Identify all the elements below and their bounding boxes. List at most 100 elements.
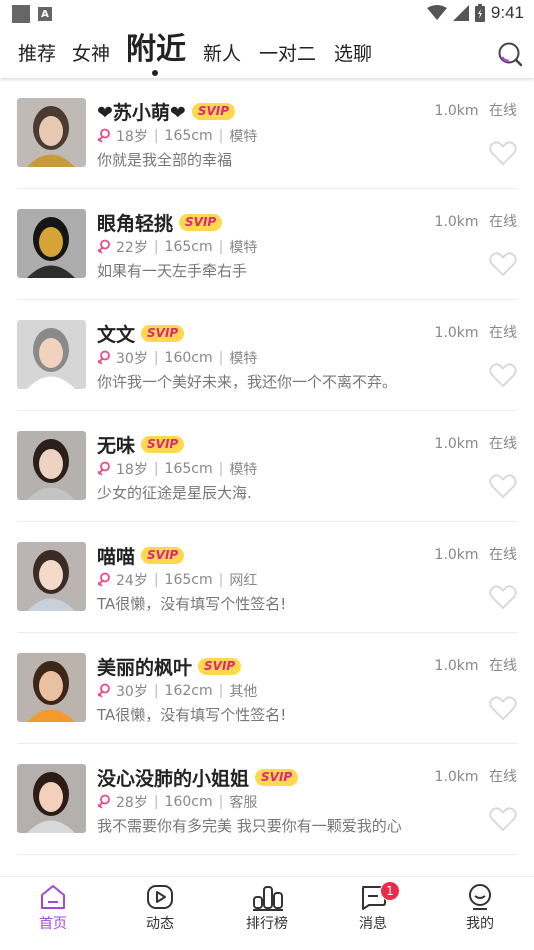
user-info: 30岁 | 162cm | 其他 xyxy=(97,681,257,701)
user-name-line: 喵喵 SVIP xyxy=(97,543,185,568)
female-icon xyxy=(97,572,110,587)
separator: | xyxy=(218,461,224,477)
user-signature: 少女的征途是星辰大海. xyxy=(97,484,252,502)
user-name-line: 美丽的枫叶 SVIP xyxy=(97,654,242,679)
notification-a-icon: A xyxy=(38,7,52,21)
heart-icon[interactable] xyxy=(489,251,517,277)
svip-badge: SVIP xyxy=(141,324,185,342)
heart-icon[interactable] xyxy=(489,806,517,832)
nav-moments[interactable]: 动态 xyxy=(115,877,205,950)
tab-newcomer[interactable]: 新人 xyxy=(203,39,241,66)
status-right: 9:41 xyxy=(426,3,524,23)
user-job: 模特 xyxy=(229,462,258,478)
distance-status: 1.0km 在线 xyxy=(435,322,517,342)
user-name-line: 没心没肺的小姐姐 SVIP xyxy=(97,765,299,790)
search-icon[interactable] xyxy=(496,40,524,68)
user-height: 165cm xyxy=(164,128,213,144)
user-avatar[interactable] xyxy=(17,320,86,389)
user-age: 18岁 xyxy=(116,462,148,478)
tab-pick-chat[interactable]: 选聊 xyxy=(334,39,372,66)
separator: | xyxy=(218,683,224,699)
user-info: 18岁 | 165cm | 模特 xyxy=(97,459,257,479)
user-name: 喵喵 xyxy=(97,545,136,568)
user-signature: TA很懒，没有填写个性签名! xyxy=(97,595,287,613)
heart-icon[interactable] xyxy=(489,584,517,610)
user-avatar[interactable] xyxy=(17,98,86,167)
female-icon xyxy=(97,128,110,143)
user-distance: 1.0km xyxy=(434,214,479,230)
user-age: 30岁 xyxy=(116,684,148,700)
user-row[interactable]: 文文 SVIP 30岁 | 160cm | 模特 你许我一个美好未来，我还你一个… xyxy=(0,300,534,411)
svip-badge: SVIP xyxy=(179,213,223,231)
user-signature: 如果有一天左手牵右手 xyxy=(97,262,248,280)
separator: | xyxy=(218,350,224,366)
user-height: 162cm xyxy=(164,683,213,699)
separator: | xyxy=(218,239,224,255)
heart-icon[interactable] xyxy=(489,695,517,721)
svip-badge: SVIP xyxy=(191,102,236,120)
user-signature: 你许我一个美好未来，我还你一个不离不弃。 xyxy=(97,373,398,391)
nav-ranking[interactable]: 排行榜 xyxy=(222,877,312,950)
user-age: 22岁 xyxy=(116,240,148,256)
user-avatar[interactable] xyxy=(17,653,86,722)
heart-icon[interactable] xyxy=(489,140,517,166)
message-count-badge: 1 xyxy=(380,881,400,901)
user-job: 模特 xyxy=(229,129,258,145)
user-name-line: 文文 SVIP xyxy=(97,321,185,346)
tab-recommend[interactable]: 推荐 xyxy=(18,39,56,66)
user-signature: TA很懒，没有填写个性签名! xyxy=(97,706,287,724)
user-row[interactable]: 眼角轻挑 SVIP 22岁 | 165cm | 模特 如果有一天左手牵右手 1.… xyxy=(0,189,534,300)
user-distance: 1.0km xyxy=(434,547,479,563)
nav-profile-label: 我的 xyxy=(466,916,494,932)
nav-messages[interactable]: 1 消息 xyxy=(328,877,418,950)
user-avatar[interactable] xyxy=(17,431,86,500)
separator: | xyxy=(153,572,159,588)
online-status: 在线 xyxy=(489,658,517,674)
signal-icon xyxy=(452,5,469,21)
user-row[interactable]: ❤苏小萌❤ SVIP 18岁 | 165cm | 模特 你就是我全部的幸福 1.… xyxy=(0,78,534,189)
user-height: 165cm xyxy=(164,572,213,588)
tab-goddess[interactable]: 女神 xyxy=(72,39,110,66)
nav-profile[interactable]: 我的 xyxy=(435,877,525,950)
distance-status: 1.0km 在线 xyxy=(435,100,517,120)
heart-icon[interactable] xyxy=(489,473,517,499)
bottom-nav: 首页 动态 排行榜 1 消息 我的 xyxy=(0,876,534,950)
female-icon xyxy=(97,239,110,254)
user-row[interactable]: 无味 SVIP 18岁 | 165cm | 模特 少女的征途是星辰大海. 1.0… xyxy=(0,411,534,522)
user-info: 18岁 | 165cm | 模特 xyxy=(97,126,257,146)
user-name: 没心没肺的小姐姐 xyxy=(97,767,250,790)
user-row[interactable]: 美丽的枫叶 SVIP 30岁 | 162cm | 其他 TA很懒，没有填写个性签… xyxy=(0,633,534,744)
user-distance: 1.0km xyxy=(434,325,479,341)
heart-icon[interactable] xyxy=(489,362,517,388)
tab-one-on-two[interactable]: 一对二 xyxy=(259,39,316,66)
nav-moments-label: 动态 xyxy=(146,916,174,932)
user-name-line: 无味 SVIP xyxy=(97,432,185,457)
user-height: 165cm xyxy=(164,461,213,477)
user-name: 无味 xyxy=(97,434,136,457)
user-age: 18岁 xyxy=(116,129,148,145)
wifi-icon xyxy=(426,5,447,20)
female-icon xyxy=(97,350,110,365)
user-avatar[interactable] xyxy=(17,764,86,833)
user-name: 美丽的枫叶 xyxy=(97,656,193,679)
play-icon xyxy=(147,885,173,909)
online-status: 在线 xyxy=(489,436,517,452)
home-icon xyxy=(41,885,65,909)
separator: | xyxy=(153,794,159,810)
status-notifications: A xyxy=(12,5,52,23)
female-icon xyxy=(97,461,110,476)
user-info: 30岁 | 160cm | 模特 xyxy=(97,348,257,368)
user-avatar[interactable] xyxy=(17,542,86,611)
user-avatar[interactable] xyxy=(17,209,86,278)
separator: | xyxy=(218,572,224,588)
tab-nearby[interactable]: 附近 xyxy=(126,24,186,68)
distance-status: 1.0km 在线 xyxy=(435,544,517,564)
user-job: 网红 xyxy=(229,573,258,589)
user-row[interactable]: 喵喵 SVIP 24岁 | 165cm | 网红 TA很懒，没有填写个性签名! … xyxy=(0,522,534,633)
notification-square-icon xyxy=(12,5,30,23)
user-info: 24岁 | 165cm | 网红 xyxy=(97,570,257,590)
user-row[interactable]: 没心没肺的小姐姐 SVIP 28岁 | 160cm | 客服 我不需要你有多完美… xyxy=(0,744,534,855)
user-distance: 1.0km xyxy=(434,658,479,674)
separator: | xyxy=(153,239,159,255)
nav-home[interactable]: 首页 xyxy=(8,877,98,950)
